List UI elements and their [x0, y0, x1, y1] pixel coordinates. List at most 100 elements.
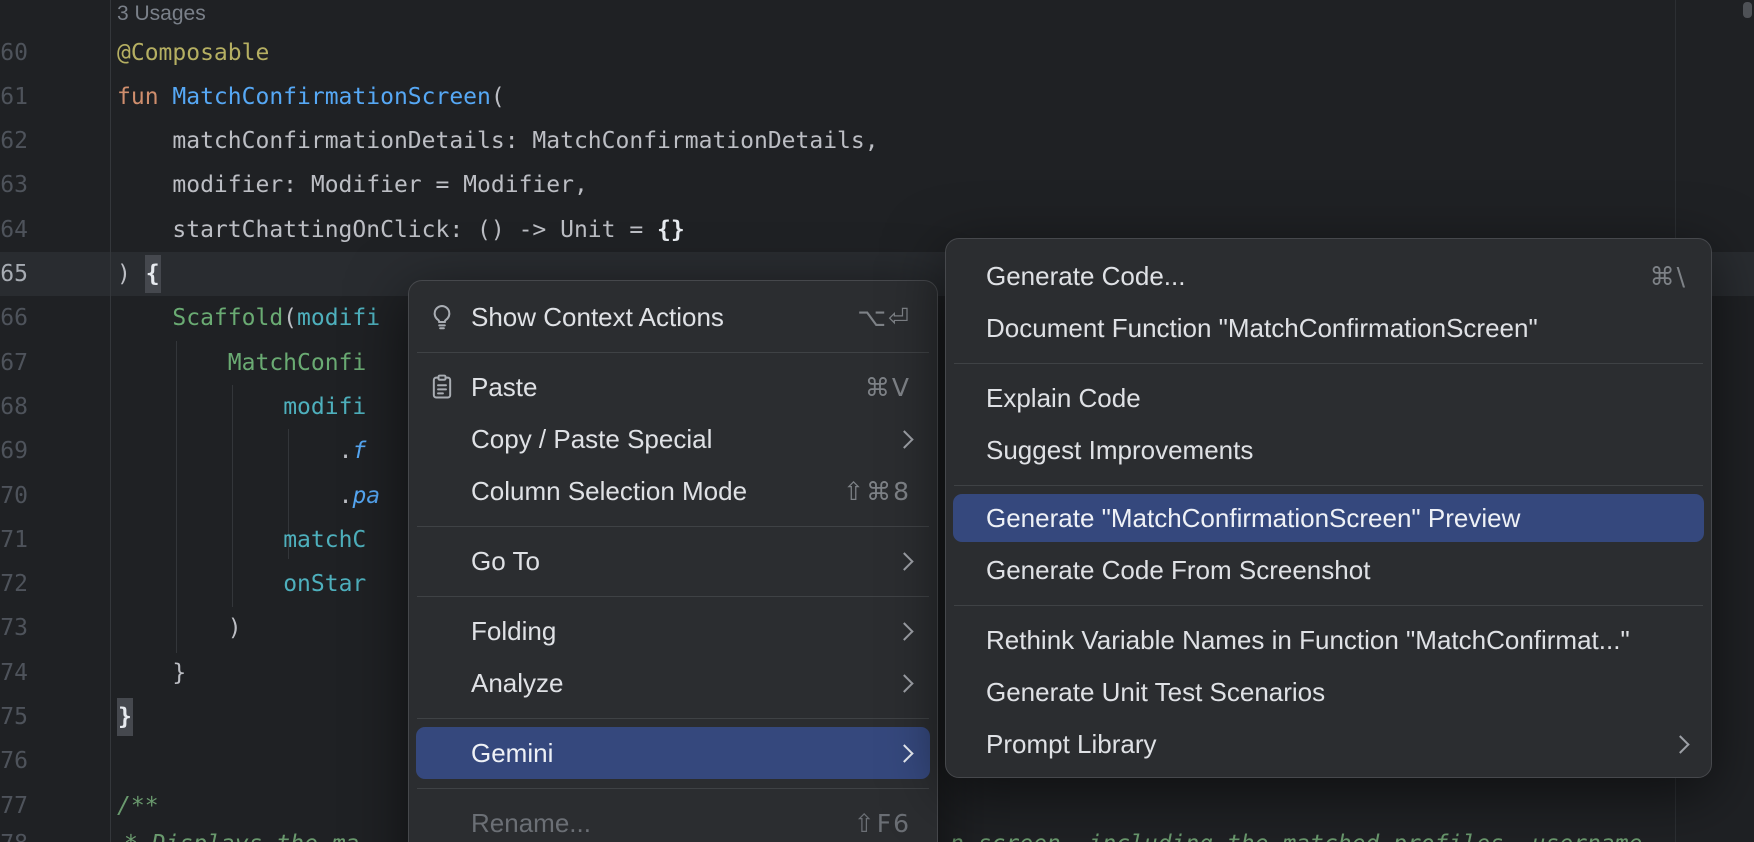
menu-item-show-context-actions[interactable]: Show Context Actions ⌥⏎: [409, 291, 937, 343]
code-token: ): [117, 261, 145, 287]
menu-separator: [417, 352, 929, 353]
editor-scrollbar-thumb[interactable]: [1743, 2, 1752, 18]
menu-item-generate-unit-test-scenarios[interactable]: Generate Unit Test Scenarios: [946, 666, 1711, 718]
menu-item-shortcut: ⇧⌘8: [843, 477, 911, 506]
code-comment-fragment: * Displays the ma: [124, 822, 359, 842]
code-token: }: [117, 698, 133, 736]
menu-item-generate-code-from-screenshot[interactable]: Generate Code From Screenshot: [946, 544, 1711, 596]
code-token: (: [283, 305, 297, 331]
icon-placeholder: [427, 616, 457, 646]
icon-placeholder: [427, 476, 457, 506]
gutter-line-number: 70: [0, 474, 28, 518]
menu-item-label: Analyze: [471, 668, 564, 699]
code-token: f: [352, 438, 366, 464]
gutter-line-number: 73: [0, 606, 28, 650]
menu-item-column-selection-mode[interactable]: Column Selection Mode ⇧⌘8: [409, 465, 937, 517]
code-token: pa: [352, 483, 380, 509]
gutter-line-number: 71: [0, 518, 28, 562]
code-line: modifi: [283, 385, 366, 429]
gutter-line-number: 68: [0, 385, 28, 429]
menu-item-document-function-matchconfirmationscreen[interactable]: Document Function "MatchConfirmationScre…: [946, 302, 1711, 354]
icon-placeholder: [427, 668, 457, 698]
menu-item-shortcut: ⇧F6: [854, 809, 911, 838]
menu-item-label: Go To: [471, 546, 540, 577]
gutter-line-number: 67: [0, 341, 28, 385]
code-line: ): [228, 606, 242, 650]
gutter-line-number: 60: [0, 31, 28, 75]
code-line: modifier: Modifier = Modifier,: [172, 163, 587, 207]
menu-separator: [417, 788, 929, 789]
code-token: MatchConfi: [228, 350, 366, 376]
code-token: .: [339, 483, 353, 509]
chevron-right-icon: [895, 430, 913, 448]
gutter-separator: [110, 0, 111, 842]
code-token: onStar: [283, 571, 366, 597]
gutter-line-number: 69: [0, 429, 28, 473]
code-line: matchConfirmationDetails: MatchConfirmat…: [172, 119, 878, 163]
indent-guide: [176, 341, 177, 653]
code-token: matchC: [283, 527, 366, 553]
menu-item-suggest-improvements[interactable]: Suggest Improvements: [946, 424, 1711, 476]
menu-item-copy-paste-special[interactable]: Copy / Paste Special: [409, 413, 937, 465]
code-token: (: [491, 84, 505, 110]
code-line: MatchConfi: [228, 341, 366, 385]
code-token: startChattingOnClick: () -> Unit =: [172, 217, 657, 243]
menu-item-prompt-library[interactable]: Prompt Library: [946, 718, 1711, 770]
menu-item-shortcut: ⌘V: [865, 373, 911, 402]
code-line: @Composable: [117, 31, 269, 75]
menu-item-label: Folding: [471, 616, 556, 647]
menu-item-label: Generate Code From Screenshot: [986, 555, 1370, 586]
code-token: matchConfirmationDetails: MatchConfirmat…: [172, 128, 878, 154]
code-token: {: [145, 255, 161, 293]
menu-separator: [417, 526, 929, 527]
code-token: ): [228, 615, 242, 641]
menu-item-analyze[interactable]: Analyze: [409, 657, 937, 709]
editor-context-menu: Show Context Actions ⌥⏎ Paste⌘VCopy / Past…: [408, 280, 938, 842]
menu-item-label: Explain Code: [986, 383, 1141, 414]
icon-placeholder: [427, 808, 457, 838]
code-line: .pa: [339, 474, 381, 518]
clipboard-icon: [427, 372, 457, 402]
chevron-right-icon: [895, 744, 913, 762]
menu-item-folding[interactable]: Folding: [409, 605, 937, 657]
code-token: @Composable: [117, 40, 269, 66]
code-token: {}: [657, 217, 685, 243]
usages-inlay-hint[interactable]: 3 Usages: [117, 0, 206, 28]
menu-item-generate-code[interactable]: Generate Code... ⌘\: [946, 250, 1711, 302]
code-line: startChattingOnClick: () -> Unit = {}: [172, 208, 684, 252]
code-line: }: [117, 695, 133, 739]
menu-item-rename: Rename...⇧F6: [409, 797, 937, 842]
menu-item-paste[interactable]: Paste⌘V: [409, 361, 937, 413]
code-token: modifi: [283, 394, 366, 420]
menu-item-label: Gemini: [471, 738, 553, 769]
menu-item-rethink-variable-names-in-function-matchconfirmat[interactable]: Rethink Variable Names in Function "Matc…: [946, 614, 1711, 666]
code-line: ) {: [117, 252, 161, 296]
ide-editor-screen: 3 Usages 6061626364656667686970717273747…: [0, 0, 1754, 842]
menu-item-explain-code[interactable]: Explain Code: [946, 372, 1711, 424]
icon-placeholder: [427, 546, 457, 576]
gutter-line-number: 78: [0, 822, 28, 842]
code-token: MatchConfirmationScreen: [172, 84, 491, 110]
chevron-right-icon: [895, 674, 913, 692]
gutter-line-number: 64: [0, 208, 28, 252]
menu-separator: [417, 718, 929, 719]
menu-item-label: Show Context Actions: [471, 302, 724, 333]
chevron-right-icon: [1671, 735, 1689, 753]
menu-item-go-to[interactable]: Go To: [409, 535, 937, 587]
menu-item-gemini[interactable]: Gemini: [416, 727, 930, 779]
code-line: onStar: [283, 562, 366, 606]
code-token: /**: [117, 793, 159, 819]
indent-guide: [232, 385, 233, 607]
lightbulb-icon: [427, 302, 457, 332]
menu-item-generate-matchconfirmationscreen-preview[interactable]: Generate "MatchConfirmationScreen" Previ…: [953, 494, 1704, 542]
menu-item-label: Generate Code...: [986, 261, 1185, 292]
gutter-line-number: 63: [0, 163, 28, 207]
code-line: }: [172, 651, 186, 695]
menu-item-shortcut: ⌥⏎: [857, 303, 911, 332]
menu-item-label: Column Selection Mode: [471, 476, 747, 507]
code-comment-fragment: n screen, including the matched profiles…: [950, 822, 1642, 842]
menu-separator: [954, 485, 1703, 486]
code-token: modifier: Modifier = Modifier,: [172, 172, 587, 198]
chevron-right-icon: [895, 622, 913, 640]
menu-item-shortcut: ⌘\: [1650, 262, 1687, 291]
